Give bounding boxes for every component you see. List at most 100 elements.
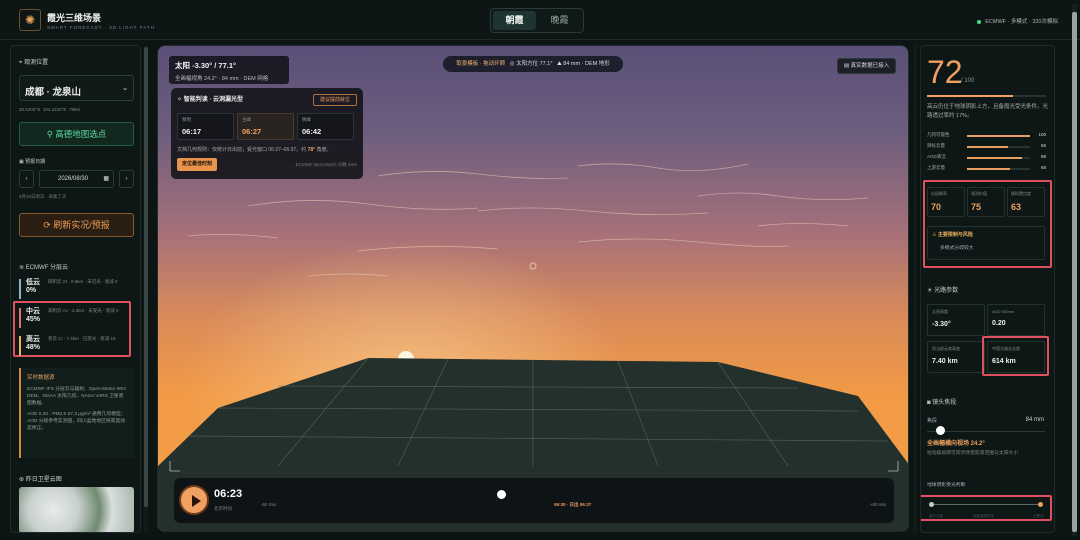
left-scrollbar[interactable] xyxy=(144,45,148,533)
focal-value: 84 mm xyxy=(1025,417,1044,423)
map-pin-icon: ⚲ xyxy=(46,129,53,139)
next-date-button[interactable]: › xyxy=(119,170,134,188)
calendar-icon: ▣ xyxy=(19,159,24,165)
sun-azimuth: 太阳方位 77.1° xyxy=(516,61,553,67)
lens-title: ◙ 镜头焦段 xyxy=(927,400,957,406)
score-max: / 100 xyxy=(961,78,975,84)
cloud-desc: 卷云 Ci · 7.4km · 已受光 · 衰减 19 xyxy=(48,336,116,341)
date-picker: ‹ 2026/08/30 ▦ › xyxy=(19,170,134,190)
coordinates: 30.5200°N 104.3100°E 786m xyxy=(19,107,81,112)
locate-best-time-button[interactable]: 定位最佳时刻 xyxy=(177,158,217,171)
timeline-knob[interactable] xyxy=(497,490,506,499)
focal-slider-knob[interactable] xyxy=(936,426,945,435)
map-pick-button[interactable]: ⚲ 高德地图选点 xyxy=(19,122,134,146)
timeline-window: 06:30 · 日出 06:37 xyxy=(554,502,592,507)
scene-viewport[interactable]: 太阳 -3.30° / 77.1° 全画幅视角 24.2° · 84 mm · … xyxy=(157,45,909,532)
cloud-layer-mid: 中云 45% 高积云 Ac · 2.2km · 未受光 · 衰减 0 xyxy=(19,306,134,330)
metric-row: AOD清洁 88 xyxy=(927,154,1046,159)
score-description: 高云仍位于地球阴影上方，且备霞光受光条件。光路透过率约 17%。 xyxy=(927,104,1049,119)
satellite-title: ⊛ 昨日卫星云图 xyxy=(19,477,62,483)
cloud-name: 中云 xyxy=(26,308,40,315)
ai-tag-button[interactable]: 建议提前就位 xyxy=(313,94,357,106)
cloud-layer-low: 低云 0% 碎积云 St · 0.6km · 未见光 · 衰减 0 xyxy=(19,277,134,301)
stat-probability: 出现概率 70 xyxy=(927,187,965,217)
shadow-label: 地影遮挡判定 xyxy=(973,514,994,518)
scroll-thumb[interactable] xyxy=(144,47,148,507)
sun-angle: 太阳 -3.30° / 77.1° xyxy=(175,61,237,70)
app-window: ✺ 霞光三维场景 SMART FORECAST · 3D LIGHT PATH … xyxy=(0,0,1080,540)
shadow-label: 高于云底 xyxy=(929,514,943,518)
calendar-icon: ▦ xyxy=(103,176,109,182)
stat-value: 观测价值 75 xyxy=(967,187,1005,217)
scroll-thumb[interactable] xyxy=(1072,12,1077,532)
timeline-player: 06:23 北京时间 -60 min 06:30 · 日出 06:37 +60 … xyxy=(174,478,894,523)
fov-value: 全画幅横向视场 24.2° xyxy=(927,441,985,447)
database-icon: ▤ xyxy=(843,63,850,69)
prev-date-button[interactable]: ‹ xyxy=(19,170,34,188)
center-scrollbar[interactable] xyxy=(913,45,917,533)
shadow-end-dot xyxy=(1038,502,1043,507)
play-icon[interactable] xyxy=(179,485,209,515)
location-select[interactable]: 成都 · 龙泉山 ⌄ xyxy=(19,75,134,101)
score-value: 72 xyxy=(927,54,963,90)
data-source-body2: AOD 0.20 · PM2.5 67.3 μg/m³ 通用几何模型；AOD 分… xyxy=(27,412,126,431)
score-fill xyxy=(927,95,1013,97)
cloud-name: 高云 xyxy=(26,336,40,343)
cloud-percent: 48% xyxy=(26,344,41,351)
cloud-color-bar xyxy=(19,308,21,328)
optic-sun-height: 太阳高度 -3.30° xyxy=(927,304,985,336)
window-scrollbar[interactable] xyxy=(1072,4,1077,536)
time-box-peak: 主峰 06:27 xyxy=(237,113,294,140)
app-title: 霞光三维场景 xyxy=(47,13,102,23)
compass-icon: ◎ xyxy=(509,61,515,67)
shadow-judge-title: 地球阴影受光判断 xyxy=(927,483,966,488)
mountain-icon: ⛰ xyxy=(557,61,562,67)
cloud-percent: 0% xyxy=(26,287,37,294)
app-subtitle: SMART FORECAST · 3D LIGHT PATH xyxy=(47,25,156,30)
refresh-button[interactable]: ⟳ 刷新实况/预报 xyxy=(19,213,134,237)
camera-icon: ◙ xyxy=(927,400,931,406)
status-dot-icon xyxy=(977,19,982,24)
view-mode[interactable]: 取景模板 · 拖动环顾 xyxy=(456,61,505,67)
location-section-title: ⌖ 观测位置 xyxy=(19,60,49,66)
metric-row: 上游云量 68 xyxy=(927,165,1046,170)
sun-info-panel: 太阳 -3.30° / 77.1° 全画幅视角 24.2° · 84 mm · … xyxy=(169,56,289,84)
cloud-desc: 高积云 Ac · 2.2km · 未受光 · 衰减 0 xyxy=(48,308,119,313)
ai-rule-text: 文档几何规则：仅统计日出前；受光窗口 06:27–06:37。约 78° 角度。 xyxy=(177,147,332,153)
date-note: 8月30日周日 · 采集了天 xyxy=(19,194,67,199)
optics-title: ☀ 光路参数 xyxy=(927,288,959,294)
match-score: ECMWF Best Match 分数 34% xyxy=(295,162,357,167)
stat-confidence: 模拟置信度 63 xyxy=(1007,187,1045,217)
date-section-title: ▣ 预报日期 xyxy=(19,159,46,165)
status-text: ECMWF · 多模式 · 320次模拟 xyxy=(985,19,1058,25)
cloud-desc: 碎积云 St · 0.6km · 未见光 · 衰减 0 xyxy=(48,279,118,284)
sparkle-icon: ✧ xyxy=(177,97,183,103)
right-panel: 72 / 100 高云仍位于地球阴影上方，且备霞光受光条件。光路透过率约 17%… xyxy=(920,45,1055,533)
scene-toggle: 朝霞 晚霞 xyxy=(490,8,584,33)
left-panel: ⌖ 观测位置 成都 · 龙泉山 ⌄ 30.5200°N 104.3100°E 78… xyxy=(10,45,141,533)
sun-cloud-icon: ✺ xyxy=(19,9,41,31)
warning-icon: ⚠ xyxy=(932,232,937,238)
risk-card: ⚠ 主要限制与风险 多模式分歧较大 xyxy=(927,226,1045,260)
sun-icon: ☀ xyxy=(927,288,933,294)
ai-analysis-card: ✧ 智能判读 · 云洞漏光型 建议提前就位 黎明 06:17 主峰 06:27 晚峰… xyxy=(171,88,363,179)
optic-cloud-height: 到当前云底高度 7.40 km xyxy=(927,341,985,373)
camera-info: 全画幅视角 24.2° · 84 mm · DEM 网格 xyxy=(175,76,269,82)
shadow-start-dot xyxy=(929,502,934,507)
view-info-pill: 取景模板 · 拖动环顾 ◎ 太阳方位 77.1° ⛰ 84 mm · DEM 地… xyxy=(443,56,623,72)
tab-dawn[interactable]: 朝霞 xyxy=(493,11,536,30)
cloud-color-bar xyxy=(19,279,21,299)
satellite-icon: ⊛ xyxy=(19,477,25,483)
terrain-info: 84 mm · DEM 地形 xyxy=(563,61,610,67)
metric-row: 几何可能性 100 xyxy=(927,132,1046,137)
tab-dusk[interactable]: 晚霞 xyxy=(538,11,581,30)
real-data-button[interactable]: ▤ 真实数据已接入 xyxy=(837,58,896,74)
focal-label: 焦段 xyxy=(927,418,938,424)
chevron-down-icon: ⌄ xyxy=(122,85,128,92)
date-input[interactable]: 2026/08/30 ▦ xyxy=(39,170,114,188)
satellite-image[interactable] xyxy=(19,487,134,532)
shadow-line xyxy=(931,504,1041,505)
layers-icon: ≋ xyxy=(19,265,25,271)
fov-description: 拉动焦段即可同步改变取景范围与太阳大小 xyxy=(927,451,1019,456)
time-box-dawn: 黎明 06:17 xyxy=(177,113,234,140)
